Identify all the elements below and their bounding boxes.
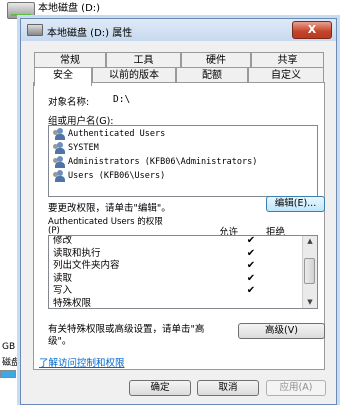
scroll-thumb[interactable] xyxy=(304,258,315,284)
object-name-value: D:\ xyxy=(113,94,131,105)
advanced-button[interactable]: 高级(V) xyxy=(238,323,325,339)
advanced-hint-line2: 级"。 xyxy=(48,336,72,347)
tab-sharing[interactable]: 共享 xyxy=(251,52,324,68)
permission-row: 列出文件夹内容 xyxy=(53,260,120,273)
allow-check-icon: ✔ xyxy=(246,235,256,246)
object-name-label: 对象名称: xyxy=(48,97,90,108)
scroll-down-icon[interactable]: ▼ xyxy=(305,298,315,307)
tab-customize[interactable]: 自定义 xyxy=(248,67,324,83)
explorer-size-fragment: GB xyxy=(2,342,16,352)
user-group-icon xyxy=(53,156,65,168)
drive-icon xyxy=(27,24,43,36)
close-button[interactable]: X xyxy=(292,21,332,39)
allow-check-icon: ✔ xyxy=(246,272,256,284)
properties-dialog: 本地磁盘 (D:) 属性 X 常规 工具 硬件 共享 安全 以前的版本 配额 自… xyxy=(20,18,337,405)
permission-row: 修改 xyxy=(53,235,73,248)
permission-row: 读取 xyxy=(53,273,72,286)
list-item-label: SYSTEM xyxy=(68,143,99,153)
list-item-label: Authenticated Users xyxy=(68,129,166,139)
disk-usage-bar xyxy=(0,370,16,378)
permission-row: 写入 xyxy=(53,285,72,298)
explorer-drive-label[interactable]: 本地磁盘 (D:) xyxy=(38,0,100,14)
tab-general[interactable]: 常规 xyxy=(34,52,106,68)
permission-name: 读取和执行 xyxy=(53,247,101,259)
scroll-up-icon[interactable]: ▲ xyxy=(305,237,315,246)
apply-button[interactable]: 应用(A) xyxy=(266,380,326,396)
permission-name: 列出文件夹内容 xyxy=(53,260,120,271)
explorer-disk-fragment: 磁盘 xyxy=(2,358,21,368)
explorer-left-pane: GB 磁盘 xyxy=(0,22,20,400)
tab-quota[interactable]: 配额 xyxy=(176,67,248,83)
edit-button[interactable]: 编辑(E)... xyxy=(266,196,325,212)
user-group-icon xyxy=(53,128,65,140)
advanced-hint-line1: 有关特殊权限或高级设置，请单击"高 xyxy=(48,324,205,335)
user-group-icon xyxy=(53,170,65,182)
tab-previous-versions[interactable]: 以前的版本 xyxy=(92,67,176,83)
tab-tools[interactable]: 工具 xyxy=(106,52,181,68)
list-item-label: Users (KFB06\Users) xyxy=(68,171,166,181)
permission-name: 特殊权限 xyxy=(53,297,92,309)
permission-name: 读取 xyxy=(53,272,73,284)
tab-security[interactable]: 安全 xyxy=(34,67,92,86)
dialog-titlebar[interactable]: 本地磁盘 (D:) 属性 X xyxy=(21,19,336,41)
permission-row: 读取和执行 xyxy=(53,248,101,261)
permissions-for-label: Authenticated Users 的权限 xyxy=(48,217,163,227)
allow-check-icon: ✔ xyxy=(246,260,256,271)
cancel-button[interactable]: 取消 xyxy=(197,380,259,396)
allow-check-icon: ✔ xyxy=(246,247,256,259)
permission-name: 写入 xyxy=(53,285,73,296)
groups-listbox[interactable]: Authenticated Users SYSTEM Administrator… xyxy=(48,125,318,197)
permissions-scrollbar[interactable]: ▲ ▼ xyxy=(302,236,317,308)
user-group-icon xyxy=(53,142,65,154)
allow-check-icon xyxy=(245,298,257,309)
permission-name: 修改 xyxy=(53,235,73,246)
drive-icon xyxy=(7,2,35,19)
ok-button[interactable]: 确定 xyxy=(129,380,191,396)
allow-check-icon: ✔ xyxy=(246,285,256,296)
list-item-label: Administrators (KFB06\Administrators) xyxy=(68,157,258,167)
learn-access-control-link[interactable]: 了解访问控制和权限 xyxy=(39,355,125,369)
change-permissions-hint: 要更改权限，请单击"编辑"。 xyxy=(48,203,171,214)
permission-row: 特殊权限 xyxy=(53,297,92,309)
tab-hardware[interactable]: 硬件 xyxy=(181,52,251,68)
permissions-list[interactable]: 修改 ✔ 读取和执行 ✔ 列出文件夹内容 ✔ 读取 ✔ 写入 ✔ 特殊权限 ▲ … xyxy=(48,235,318,309)
dialog-title: 本地磁盘 (D:) 属性 xyxy=(47,28,133,39)
